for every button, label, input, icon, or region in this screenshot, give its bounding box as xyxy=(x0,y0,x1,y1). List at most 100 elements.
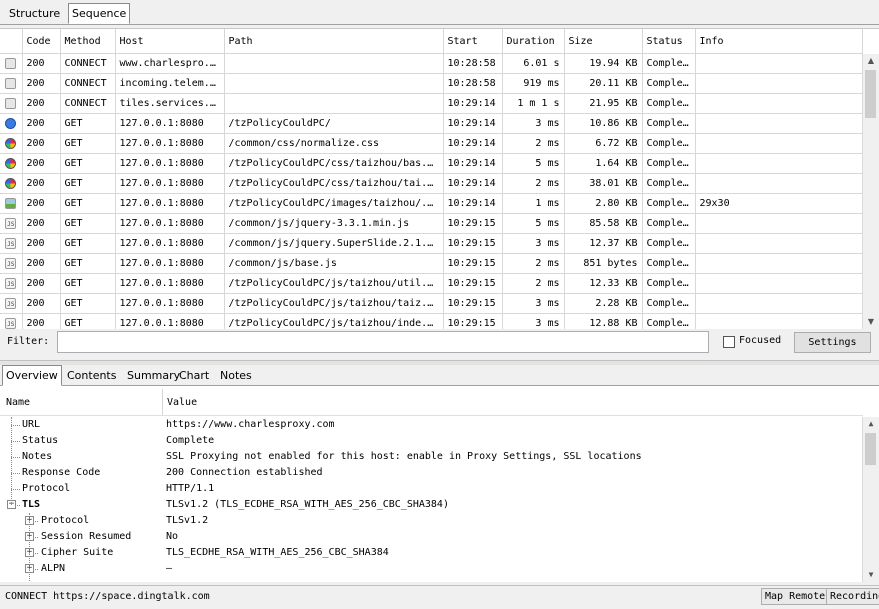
start-cell: 10:29:15 xyxy=(443,293,503,314)
tab-contents[interactable]: Contents xyxy=(63,365,120,386)
column-header-info[interactable]: Info xyxy=(695,29,863,54)
tree-row[interactable]: Notes SSL Proxying not enabled for this h… xyxy=(0,449,860,465)
table-row[interactable]: JS 200 GET 127.0.0.1:8080/common/js/jquery.… xyxy=(0,233,863,254)
tree-row-name: TLS xyxy=(22,499,41,510)
column-header-method[interactable]: Method xyxy=(60,29,116,54)
focused-label[interactable]: Focused xyxy=(739,335,781,346)
map-remote-button[interactable]: Map Remote xyxy=(761,588,830,605)
status-cell: Complete xyxy=(642,293,696,314)
tree-row[interactable]: + Protocol TLSv1.2 xyxy=(0,513,860,529)
table-row[interactable]: 200 CONNECT www.charlespro... 10:28:58 6.01 … xyxy=(0,53,863,74)
tab-chart[interactable]: Chart xyxy=(175,365,213,386)
duration-cell: 5 ms xyxy=(502,153,565,174)
filter-input[interactable] xyxy=(57,331,709,353)
tree-row[interactable]: URL https://www.charlesproxy.com xyxy=(0,417,860,433)
info-cell xyxy=(695,293,863,314)
status-cell: Complete xyxy=(642,173,696,194)
start-cell: 10:29:15 xyxy=(443,253,503,274)
column-header-status[interactable]: Status xyxy=(642,29,696,54)
tree-row[interactable]: + Cipher Suite TLS_ECDHE_RSA_WITH_AES_256_… xyxy=(0,545,860,561)
tree-row[interactable]: + Session Resumed No xyxy=(0,529,860,545)
scroll-down-icon[interactable]: ▼ xyxy=(863,568,879,582)
size-cell: 10.86 KB xyxy=(564,113,643,134)
path-cell: /tzPolicyCouldPC/js/taizhou/taiz... xyxy=(224,293,444,314)
tab-notes[interactable]: Notes xyxy=(216,365,256,386)
path-cell: /tzPolicyCouldPC/images/taizhou/... xyxy=(224,193,444,214)
status-cell: Complete xyxy=(642,93,696,114)
info-cell xyxy=(695,173,863,194)
tree-row-value: TLS_ECDHE_RSA_WITH_AES_256_CBC_SHA384 xyxy=(166,547,389,558)
column-header-duration[interactable]: Duration xyxy=(502,29,565,54)
code-cell: 200 xyxy=(22,233,61,254)
size-cell: 12.37 KB xyxy=(564,233,643,254)
column-header-path[interactable]: Path xyxy=(224,29,444,54)
duration-cell: 919 ms xyxy=(502,73,565,94)
tree-row[interactable]: Status Complete xyxy=(0,433,860,449)
row-icon-cell xyxy=(0,113,23,134)
table-row[interactable]: 200 GET 127.0.0.1:8080/common/css/normaliz… xyxy=(0,133,863,154)
table-row[interactable]: 200 GET 127.0.0.1:8080/tzPolicyCouldPC/css… xyxy=(0,153,863,174)
scroll-up-icon[interactable]: ▲ xyxy=(863,54,879,68)
tree-row-name: Status xyxy=(22,435,59,446)
code-cell: 200 xyxy=(22,173,61,194)
tab-sequence[interactable]: Sequence xyxy=(68,3,131,24)
tree-row[interactable]: + ALPN – xyxy=(0,561,860,577)
scroll-thumb[interactable] xyxy=(865,70,876,118)
lock-icon xyxy=(5,57,17,69)
table-row[interactable]: JS 200 GET 127.0.0.1:8080/common/js/base.js… xyxy=(0,253,863,274)
sequence-table: Code Method Host Path Start Duration Siz… xyxy=(0,28,879,329)
table-row[interactable]: 200 CONNECT tiles.services... 10:29:14 1 m 1… xyxy=(0,93,863,114)
table-row[interactable]: 200 GET 127.0.0.1:8080/tzPolicyCouldPC/ima… xyxy=(0,193,863,214)
path-cell xyxy=(224,73,444,94)
code-cell: 200 xyxy=(22,193,61,214)
info-cell xyxy=(695,133,863,154)
row-icon-cell: JS xyxy=(0,293,23,314)
column-header-host[interactable]: Host xyxy=(115,29,225,54)
status-cell: Complete xyxy=(642,213,696,234)
table-row[interactable]: 200 GET 127.0.0.1:8080/tzPolicyCouldPC/css… xyxy=(0,173,863,194)
css-icon xyxy=(5,177,17,189)
start-cell: 10:29:14 xyxy=(443,113,503,134)
row-icon-cell: JS xyxy=(0,273,23,294)
column-header-size[interactable]: Size xyxy=(564,29,643,54)
path-cell xyxy=(224,93,444,114)
view-tabs: Structure Sequence xyxy=(0,0,879,25)
tree-row[interactable]: − TLS TLSv1.2 (TLS_ECDHE_RSA_WITH_AES_256_… xyxy=(0,497,860,513)
tree-row[interactable]: Response Code 200 Connection established xyxy=(0,465,860,481)
scroll-down-icon[interactable]: ▼ xyxy=(863,315,879,329)
code-cell: 200 xyxy=(22,153,61,174)
lock-icon xyxy=(5,77,17,89)
tab-overview[interactable]: Overview xyxy=(2,365,62,386)
start-cell: 10:29:14 xyxy=(443,173,503,194)
table-row[interactable]: 200 GET 127.0.0.1:8080/tzPolicyCouldPC/10:… xyxy=(0,113,863,134)
size-cell: 12.88 KB xyxy=(564,313,643,329)
tree-row[interactable]: Protocol HTTP/1.1 xyxy=(0,481,860,497)
recording-button[interactable]: Recording xyxy=(826,588,879,605)
scroll-up-icon[interactable]: ▲ xyxy=(863,417,879,431)
table-row[interactable]: JS 200 GET 127.0.0.1:8080/common/js/jquery-… xyxy=(0,213,863,234)
tab-structure[interactable]: Structure xyxy=(5,3,64,24)
table-row[interactable]: JS 200 GET 127.0.0.1:8080/tzPolicyCouldPC/j… xyxy=(0,313,863,329)
info-cell xyxy=(695,213,863,234)
column-header-icon[interactable] xyxy=(0,29,23,54)
table-row[interactable]: JS 200 GET 127.0.0.1:8080/tzPolicyCouldPC/j… xyxy=(0,293,863,314)
css-icon xyxy=(5,157,17,169)
table-scrollbar[interactable]: ▲ ▼ xyxy=(862,54,879,329)
settings-button[interactable]: Settings xyxy=(794,332,871,353)
start-cell: 10:28:58 xyxy=(443,73,503,94)
tree-row-value: – xyxy=(166,563,173,574)
name-column-header[interactable]: Name xyxy=(6,397,30,408)
info-cell xyxy=(695,253,863,274)
column-header-start[interactable]: Start xyxy=(443,29,503,54)
overview-scrollbar[interactable]: ▲ ▼ xyxy=(862,417,879,582)
info-cell: 29x30 xyxy=(695,193,863,214)
value-column-header[interactable]: Value xyxy=(167,397,197,408)
table-row[interactable]: 200 CONNECT incoming.telem... 10:28:58 919 m… xyxy=(0,73,863,94)
focused-checkbox[interactable] xyxy=(723,336,735,348)
table-row[interactable]: JS 200 GET 127.0.0.1:8080/tzPolicyCouldPC/j… xyxy=(0,273,863,294)
scroll-thumb[interactable] xyxy=(865,433,876,465)
js-icon: JS xyxy=(5,297,17,309)
tree-row-value: TLSv1.2 xyxy=(166,515,209,526)
row-icon-cell xyxy=(0,93,23,114)
column-header-code[interactable]: Code xyxy=(22,29,61,54)
